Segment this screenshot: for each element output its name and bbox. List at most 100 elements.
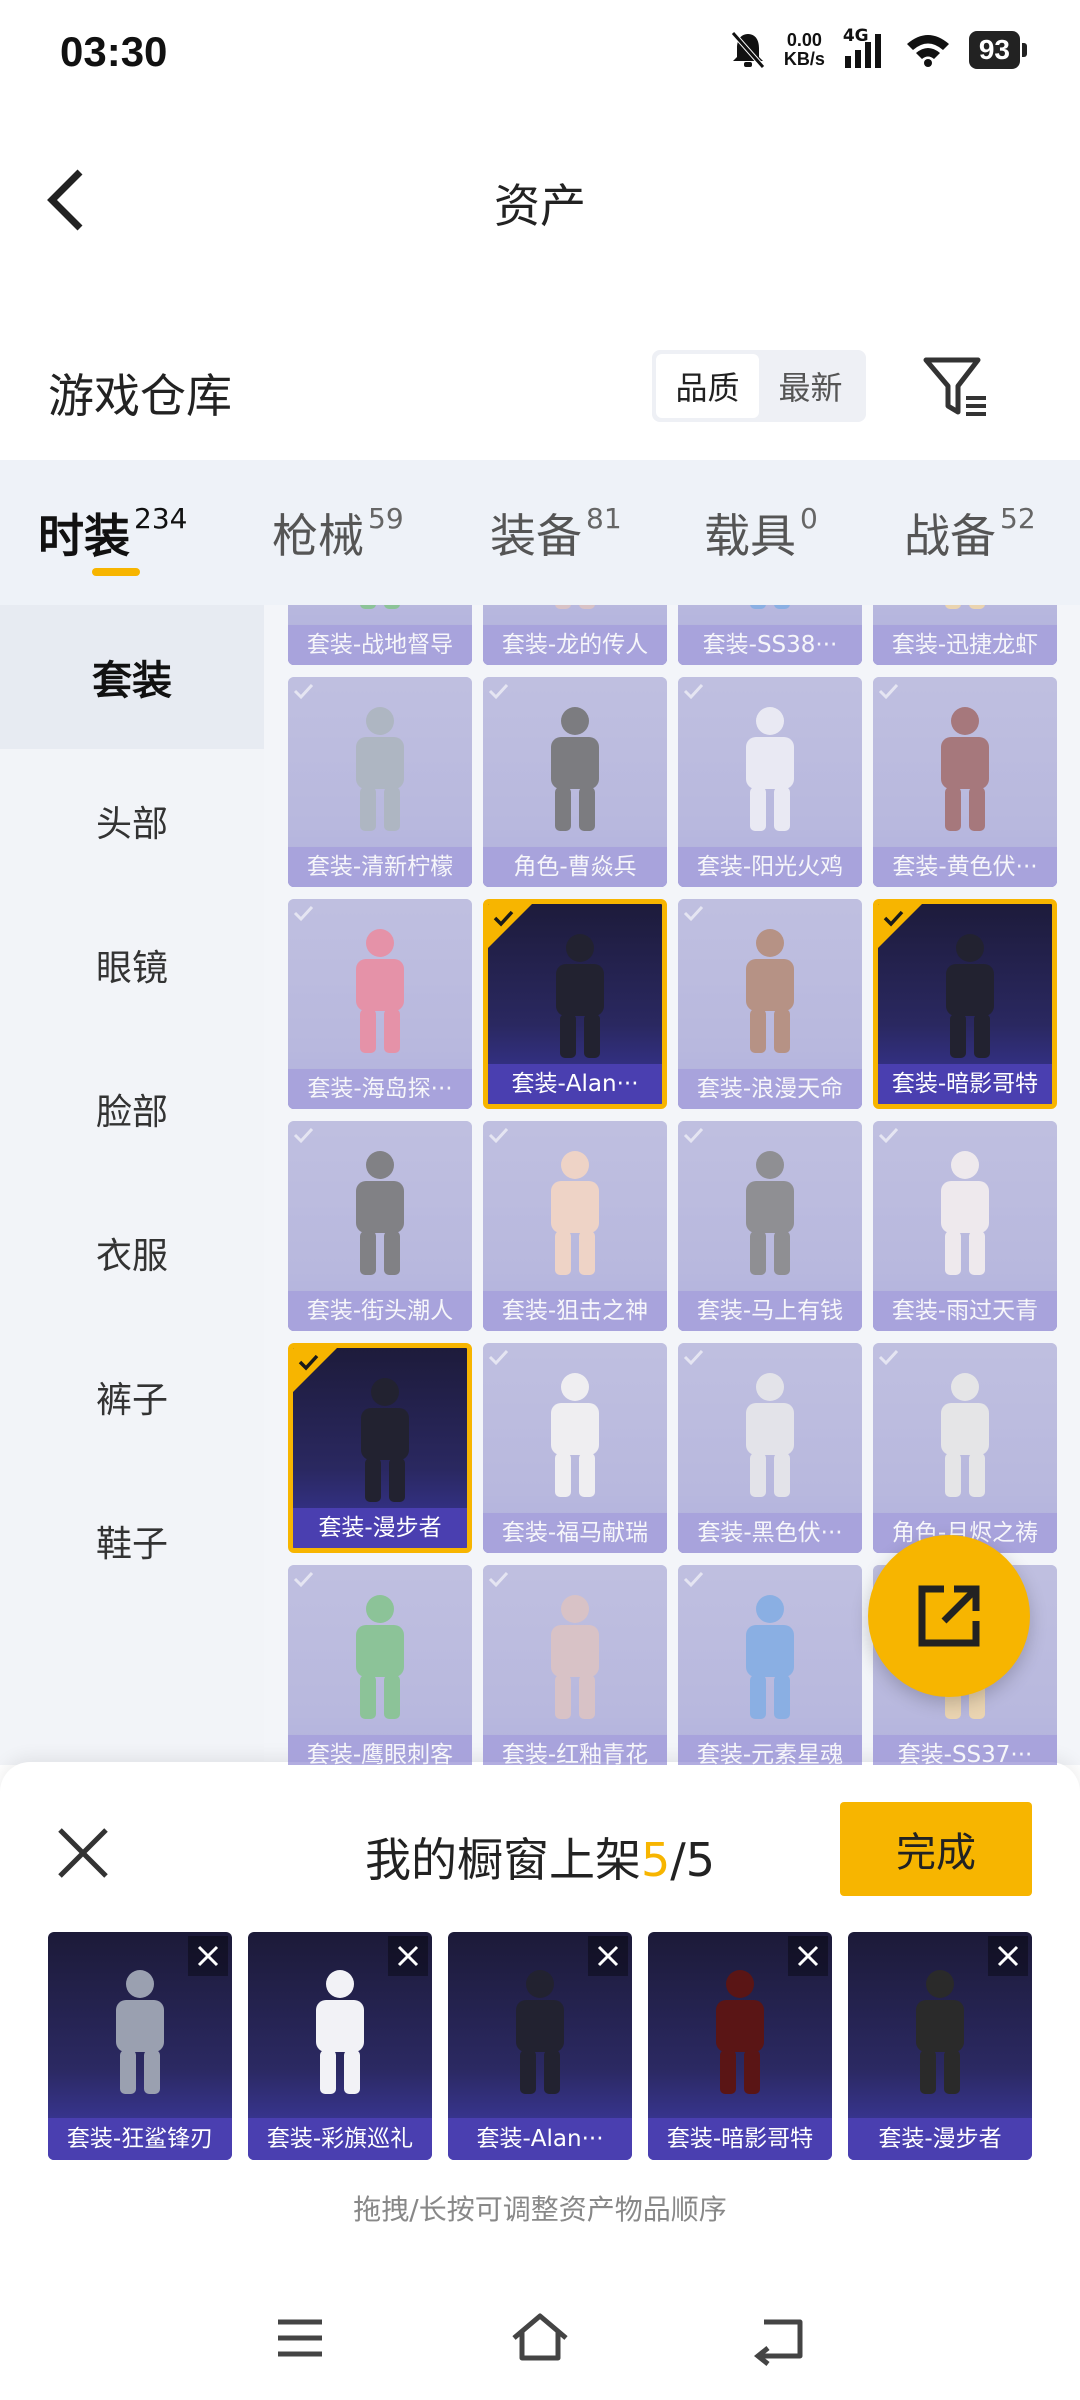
unselected-check-icon (878, 683, 899, 700)
item-card[interactable]: 套装-龙的传人 (483, 605, 667, 665)
unselected-check-icon (293, 683, 314, 700)
tab-fashion[interactable]: 时装 234 (38, 500, 187, 566)
showcase-item-label: 套装-暗影哥特 (648, 2118, 832, 2160)
tab-guns-count: 59 (368, 502, 404, 535)
item-card[interactable]: 套装-暗影哥特 (873, 899, 1057, 1109)
showcase-item[interactable]: 套装-彩旗巡礼 (248, 1932, 432, 2160)
tab-equipment[interactable]: 装备 81 (490, 500, 622, 566)
remove-item-button[interactable] (188, 1936, 228, 1976)
item-card[interactable]: 套装-战地督导 (288, 605, 472, 665)
sidebar-item-clothes[interactable]: 衣服 (0, 1181, 264, 1325)
close-icon (797, 1945, 819, 1967)
tab-guns-label: 枪械 (272, 509, 364, 563)
outfit-image (941, 707, 989, 831)
item-card[interactable]: 角色-月烬之祷 (873, 1343, 1057, 1553)
showcase-item-label: 套装-狂鲨锋刃 (48, 2118, 232, 2160)
item-card[interactable]: 套装-漫步者 (288, 1343, 472, 1553)
outfit-image (516, 1970, 564, 2094)
status-bar: 03:30 0.00 KB/s 4G 93 (0, 0, 1080, 110)
outfit-image (356, 707, 404, 831)
showcase-item-label: 套装-Alan··· (448, 2118, 632, 2160)
outfit-image (750, 605, 790, 609)
outfit-image (556, 934, 604, 1058)
remove-item-button[interactable] (788, 1936, 828, 1976)
active-tab-indicator (92, 568, 140, 576)
app-header: 资产 (0, 110, 1080, 290)
menu-icon[interactable] (270, 2308, 330, 2368)
item-label: 套装-鹰眼刺客 (288, 1735, 472, 1765)
outfit-image (746, 707, 794, 831)
unselected-check-icon (293, 1127, 314, 1144)
item-label: 套装-漫步者 (293, 1508, 467, 1548)
warehouse-title: 游戏仓库 (48, 369, 232, 423)
outfit-image (555, 605, 595, 609)
outfit-image (746, 1595, 794, 1719)
item-card[interactable]: 套装-黄色伏··· (873, 677, 1057, 887)
filter-icon[interactable] (920, 352, 990, 422)
sort-option-latest[interactable]: 最新 (759, 354, 862, 418)
page-title: 资产 (494, 179, 586, 233)
item-card[interactable]: 套装-清新柠檬 (288, 677, 472, 887)
item-label: 套装-浪漫天命 (678, 1069, 862, 1109)
showcase-item[interactable]: 套装-暗影哥特 (648, 1932, 832, 2160)
sidebar-item-shoes[interactable]: 鞋子 (0, 1469, 264, 1613)
showcase-item[interactable]: 套装-漫步者 (848, 1932, 1032, 2160)
item-label: 套装-龙的传人 (483, 625, 667, 665)
outfit-image (746, 1373, 794, 1497)
sidebar-item-face[interactable]: 脸部 (0, 1037, 264, 1181)
item-card[interactable]: 套装-福马献瑞 (483, 1343, 667, 1553)
outfit-image (716, 1970, 764, 2094)
item-label: 套装-红釉青花 (483, 1735, 667, 1765)
unselected-check-icon (293, 1571, 314, 1588)
cell-signal: 4G (843, 26, 887, 70)
outfit-image (551, 1151, 599, 1275)
unselected-check-icon (683, 905, 704, 922)
outfit-image (551, 707, 599, 831)
sidebar-item-head[interactable]: 头部 (0, 749, 264, 893)
showcase-item[interactable]: 套装-Alan··· (448, 1932, 632, 2160)
done-button[interactable]: 完成 (840, 1802, 1032, 1896)
outfit-image (945, 605, 985, 609)
item-card[interactable]: 套装-黑色伏··· (678, 1343, 862, 1553)
home-icon[interactable] (510, 2308, 570, 2368)
item-label: 套装-雨过天青 (873, 1291, 1057, 1331)
tab-guns[interactable]: 枪械 59 (272, 500, 404, 566)
share-button[interactable] (868, 1535, 1030, 1697)
unselected-check-icon (488, 1349, 509, 1366)
remove-item-button[interactable] (588, 1936, 628, 1976)
sidebar-item-pants[interactable]: 裤子 (0, 1325, 264, 1469)
back-nav-icon[interactable] (750, 2308, 810, 2368)
sidebar-item-glasses[interactable]: 眼镜 (0, 893, 264, 1037)
item-card[interactable]: 套装-元素星魂 (678, 1565, 862, 1765)
tab-fashion-count: 234 (134, 502, 188, 535)
sidebar-item-suit[interactable]: 套装 (0, 605, 264, 749)
outfit-image (551, 1373, 599, 1497)
sort-option-quality[interactable]: 品质 (656, 354, 759, 418)
signal-icon (844, 34, 881, 68)
item-card[interactable]: 套装-雨过天青 (873, 1121, 1057, 1331)
item-card[interactable]: 套装-狙击之神 (483, 1121, 667, 1331)
item-card[interactable]: 套装-街头潮人 (288, 1121, 472, 1331)
item-card[interactable]: 角色-曹焱兵 (483, 677, 667, 887)
item-label: 套装-暗影哥特 (878, 1064, 1052, 1104)
showcase-item[interactable]: 套装-狂鲨锋刃 (48, 1932, 232, 2160)
tab-equipment-label: 装备 (490, 509, 582, 563)
tab-supplies[interactable]: 战备 52 (904, 500, 1036, 566)
remove-item-button[interactable] (388, 1936, 428, 1976)
item-label: 套装-元素星魂 (678, 1735, 862, 1765)
item-card[interactable]: 套装-迅捷龙虾 (873, 605, 1057, 665)
unselected-check-icon (683, 1349, 704, 1366)
item-card[interactable]: 套装-鹰眼刺客 (288, 1565, 472, 1765)
assets-page: 03:30 0.00 KB/s 4G 93 资产 游戏仓库 品质 最新 时装 2… (0, 0, 1080, 2400)
item-card[interactable]: 套装-浪漫天命 (678, 899, 862, 1109)
net-speed-unit: KB/s (783, 49, 825, 69)
item-card[interactable]: 套装-Alan··· (483, 899, 667, 1109)
remove-item-button[interactable] (988, 1936, 1028, 1976)
item-card[interactable]: 套装-海岛探··· (288, 899, 472, 1109)
item-card[interactable]: 套装-马上有钱 (678, 1121, 862, 1331)
item-card[interactable]: 套装-阳光火鸡 (678, 677, 862, 887)
item-card[interactable]: 套装-红釉青花 (483, 1565, 667, 1765)
tab-vehicles[interactable]: 载具 0 (704, 500, 818, 566)
outfit-image (360, 605, 400, 609)
item-card[interactable]: 套装-SS38··· (678, 605, 862, 665)
